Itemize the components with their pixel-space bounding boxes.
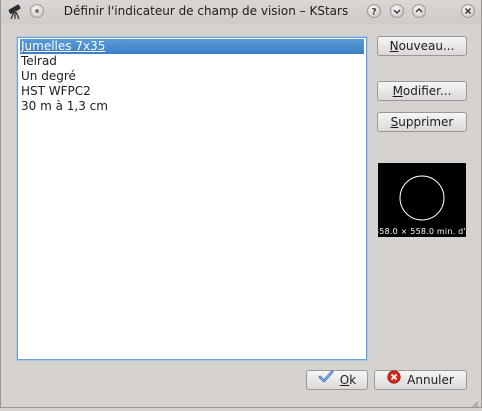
title-bar[interactable]: Définir l'indicateur de champ de vision …: [1, 0, 481, 24]
window-menu-icon[interactable]: [30, 4, 44, 18]
ok-button-label: k: [349, 373, 357, 387]
resize-grip-icon[interactable]: [471, 397, 479, 408]
telescope-icon[interactable]: [6, 3, 24, 21]
fov-preview-label: 558.0 × 558.0 min. d'arc: [378, 227, 466, 236]
maximize-icon[interactable]: [412, 4, 426, 18]
minimize-icon[interactable]: [390, 4, 404, 18]
edit-button-mnemonic: M: [392, 84, 403, 98]
remove-button-label: upprimer: [398, 115, 454, 129]
edit-fov-button[interactable]: Modifier...: [377, 81, 467, 101]
fov-circle-shape: [399, 175, 445, 221]
cancel-button[interactable]: Annuler: [374, 370, 467, 390]
close-icon[interactable]: [461, 4, 475, 18]
svg-text:?: ?: [371, 8, 376, 18]
fov-list-item[interactable]: HST WFPC2: [20, 84, 364, 99]
new-button-label: ouveau...: [398, 39, 455, 53]
edit-button-label: odifier...: [402, 84, 452, 98]
checkmark-icon: [318, 370, 334, 389]
fov-list[interactable]: Jumelles 7x35 Telrad Un degré HST WFPC2 …: [17, 37, 367, 360]
cancel-icon: [387, 370, 401, 389]
window-title: Définir l'indicateur de champ de vision …: [63, 4, 349, 18]
ok-button[interactable]: Ok: [306, 370, 368, 390]
help-icon[interactable]: ?: [367, 4, 381, 18]
ok-button-mnemonic: O: [339, 373, 350, 387]
fov-list-item[interactable]: Un degré: [20, 69, 364, 84]
fov-list-item[interactable]: 30 m à 1,3 cm: [20, 99, 364, 114]
new-button-mnemonic: N: [389, 39, 399, 53]
new-fov-button[interactable]: Nouveau...: [377, 36, 467, 56]
fov-dialog-window: Définir l'indicateur de champ de vision …: [0, 0, 482, 408]
fov-list-item[interactable]: Jumelles 7x35: [20, 39, 364, 54]
fov-list-item[interactable]: Telrad: [20, 54, 364, 69]
cancel-button-label: Annuler: [407, 373, 454, 387]
remove-fov-button[interactable]: Supprimer: [377, 112, 467, 132]
fov-preview: 558.0 × 558.0 min. d'arc: [378, 163, 466, 237]
